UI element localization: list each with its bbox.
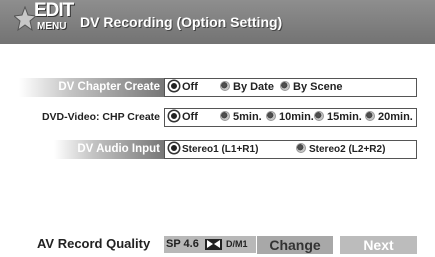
option-off[interactable]: Off bbox=[169, 110, 198, 125]
dvd-video-chp-create-label: DVD-Video: CHP Create bbox=[41, 111, 160, 123]
radio-unselected-icon bbox=[296, 143, 306, 154]
quality-indicator: SP 4.6 D/M1 bbox=[164, 236, 256, 253]
option-stereo1[interactable]: Stereo1 (L1+R1) bbox=[169, 142, 258, 157]
quality-mode: D/M1 bbox=[226, 239, 248, 249]
option-label: By Date bbox=[233, 81, 274, 93]
logo-edit-text: EDIT bbox=[34, 0, 74, 21]
dv-audio-input-options: Stereo1 (L1+R1) Stereo2 (L2+R2) bbox=[164, 140, 417, 159]
option-label: 15min. bbox=[327, 111, 362, 123]
option-15min[interactable]: 15min. bbox=[314, 110, 362, 125]
option-label: Stereo1 (L1+R1) bbox=[182, 144, 259, 155]
dvd-video-chp-create-options: Off 5min. 10min. 15min. 20min. bbox=[164, 108, 417, 127]
next-button[interactable]: Next bbox=[340, 236, 417, 254]
radio-unselected-icon bbox=[220, 111, 230, 122]
option-label: Stereo2 (L2+R2) bbox=[309, 144, 386, 155]
option-stereo2[interactable]: Stereo2 (L2+R2) bbox=[296, 142, 385, 157]
radio-unselected-icon bbox=[365, 111, 375, 122]
option-20min[interactable]: 20min. bbox=[365, 110, 413, 125]
option-10min[interactable]: 10min. bbox=[266, 110, 314, 125]
dv-chapter-create-options: Off By Date By Scene bbox=[164, 78, 417, 97]
option-by-scene[interactable]: By Scene bbox=[280, 80, 343, 95]
option-by-date[interactable]: By Date bbox=[220, 80, 274, 95]
star-icon bbox=[14, 6, 36, 32]
av-record-quality-label: AV Record Quality bbox=[37, 236, 151, 251]
header-bar: EDIT MENU DV Recording (Option Setting) bbox=[0, 0, 435, 44]
logo-menu-text: MENU bbox=[37, 21, 67, 32]
option-label: 5min. bbox=[233, 111, 262, 123]
option-label: Off bbox=[182, 81, 198, 93]
radio-unselected-icon bbox=[280, 81, 290, 92]
option-off[interactable]: Off bbox=[169, 80, 198, 95]
option-label: By Scene bbox=[293, 81, 343, 93]
radio-unselected-icon bbox=[314, 111, 324, 122]
radio-unselected-icon bbox=[220, 81, 230, 92]
option-label: 10min. bbox=[279, 111, 314, 123]
radio-selected-icon bbox=[169, 81, 179, 92]
edit-menu-logo-icon: EDIT MENU bbox=[14, 0, 74, 42]
option-label: Off bbox=[182, 111, 198, 123]
radio-selected-icon bbox=[169, 111, 179, 122]
option-5min[interactable]: 5min. bbox=[220, 110, 262, 125]
option-label: 20min. bbox=[378, 111, 413, 123]
radio-selected-icon bbox=[169, 143, 179, 154]
change-button[interactable]: Change bbox=[257, 236, 333, 254]
quality-value: SP 4.6 bbox=[166, 238, 199, 250]
dvd-icon bbox=[205, 239, 222, 250]
dv-audio-input-label: DV Audio Input bbox=[54, 140, 164, 159]
dv-chapter-create-label: DV Chapter Create bbox=[19, 78, 164, 97]
radio-unselected-icon bbox=[266, 111, 276, 122]
page-title: DV Recording (Option Setting) bbox=[80, 14, 283, 30]
